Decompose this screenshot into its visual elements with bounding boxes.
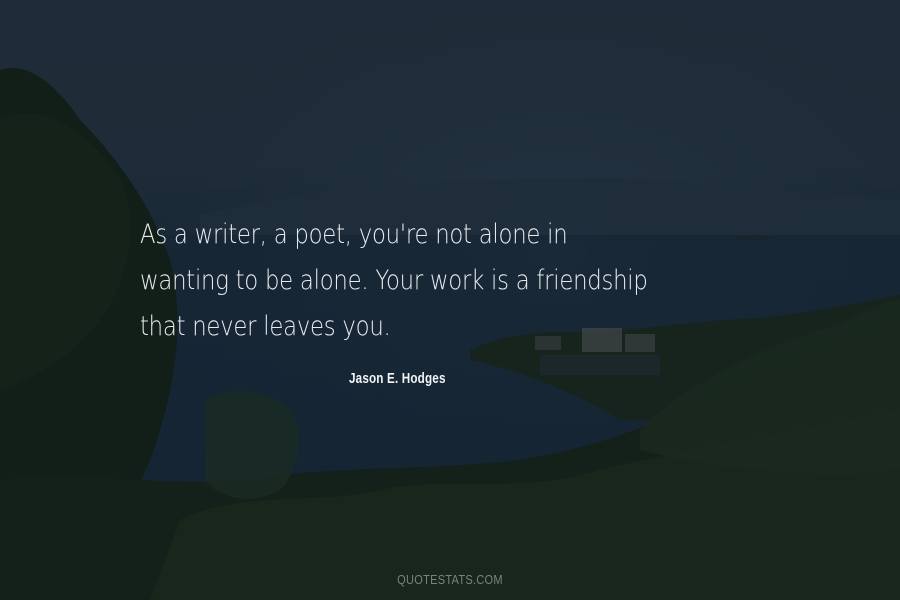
quote-line: wanting to be alone. Your work is a frie… xyxy=(140,265,648,296)
quote-text: As a writer, a poet, you're not alone in… xyxy=(140,212,690,350)
site-watermark: QUOTESTATS.COM xyxy=(397,572,503,587)
quote-line: that never leaves you. xyxy=(140,311,391,342)
quote-image: As a writer, a poet, you're not alone in… xyxy=(0,0,900,600)
quote-author: Jason E. Hodges xyxy=(349,370,446,387)
quote-line: As a writer, a poet, you're not alone in xyxy=(140,219,568,250)
